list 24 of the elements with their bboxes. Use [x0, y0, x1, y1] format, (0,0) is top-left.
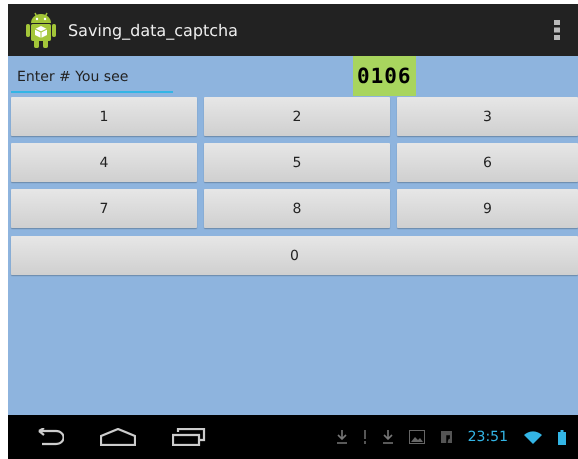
recent-apps-icon[interactable]: [172, 428, 206, 446]
digit-key[interactable]: 4: [11, 143, 197, 182]
digit-key[interactable]: 8: [204, 189, 390, 228]
digit-key[interactable]: 9: [397, 189, 578, 228]
android-robot-icon: [26, 11, 56, 49]
digit-key[interactable]: 7: [11, 189, 197, 228]
home-icon[interactable]: [100, 428, 136, 446]
digit-key[interactable]: 5: [204, 143, 390, 182]
alert-icon: [362, 430, 367, 444]
captcha-number: 0106: [353, 56, 416, 96]
digit-key[interactable]: 0: [11, 236, 578, 275]
image-icon: [408, 430, 425, 444]
overflow-menu-icon[interactable]: [554, 20, 560, 40]
digit-key[interactable]: 3: [397, 97, 578, 136]
battery-icon: [558, 430, 566, 444]
digit-key[interactable]: 1: [11, 97, 197, 136]
download-icon: [382, 430, 393, 444]
download-icon: [336, 430, 347, 444]
answer-field[interactable]: Enter # You see: [11, 62, 173, 93]
wifi-icon: [524, 430, 542, 444]
digit-key[interactable]: 2: [204, 97, 390, 136]
digit-key[interactable]: 6: [397, 143, 578, 182]
clock-time: 23:51: [468, 429, 508, 445]
app-title: Saving_data_captcha: [68, 20, 239, 40]
